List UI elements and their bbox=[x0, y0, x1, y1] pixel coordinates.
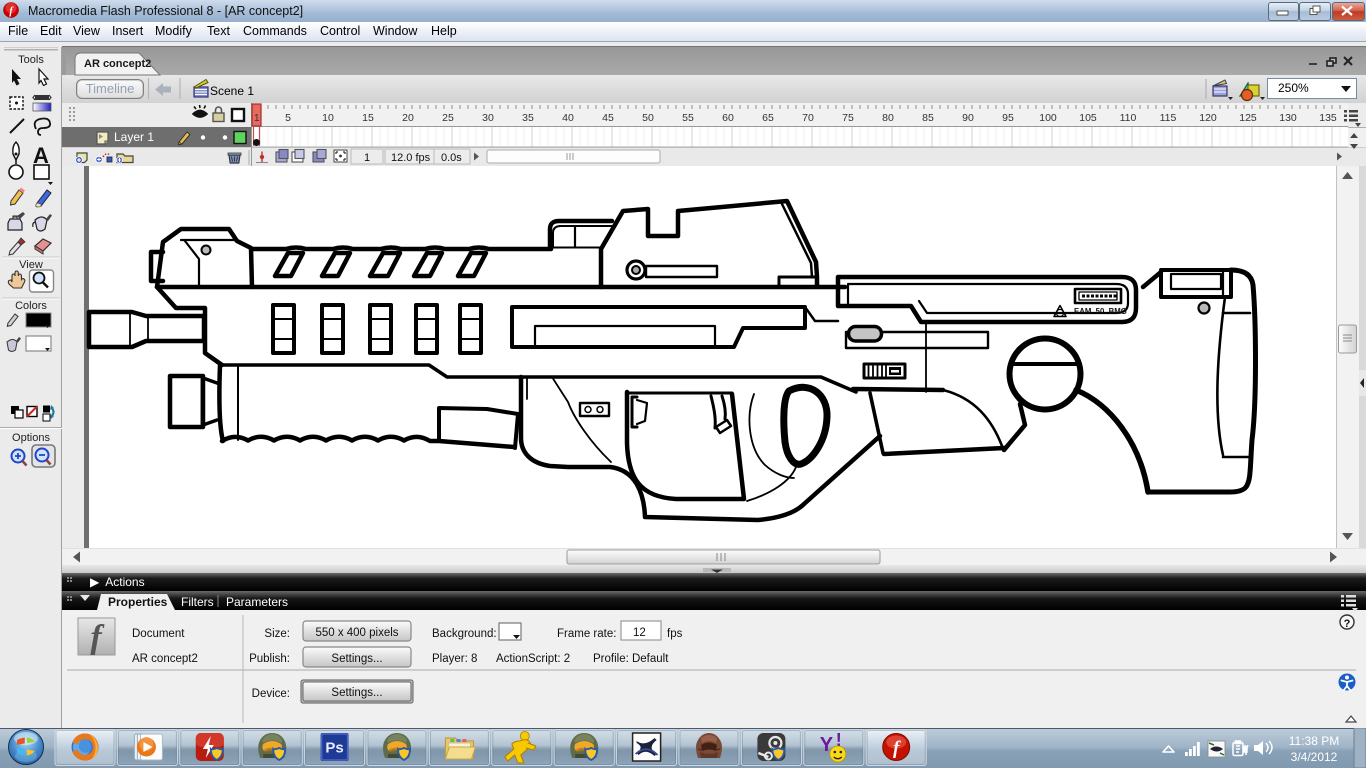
svg-text:550 x 400 pixels: 550 x 400 pixels bbox=[315, 627, 398, 639]
svg-text:?: ? bbox=[1344, 618, 1351, 630]
svg-text:Parameters: Parameters bbox=[226, 595, 288, 609]
svg-text:Device:: Device: bbox=[252, 688, 290, 700]
svg-text:fps: fps bbox=[667, 628, 683, 640]
svg-text:ActionScript: 2: ActionScript: 2 bbox=[496, 653, 570, 665]
svg-text:12: 12 bbox=[633, 627, 646, 639]
svg-text:Ps: Ps bbox=[325, 740, 343, 757]
svg-text:Settings...: Settings... bbox=[331, 653, 382, 665]
svg-text:Document: Document bbox=[132, 628, 185, 640]
svg-text:Settings...: Settings... bbox=[331, 687, 382, 699]
svg-text:EAM 50. BMG: EAM 50. BMG bbox=[1074, 307, 1127, 316]
svg-text:Player: 8: Player: 8 bbox=[432, 653, 477, 665]
svg-text:Size:: Size: bbox=[264, 628, 290, 640]
svg-text:Frame rate:: Frame rate: bbox=[557, 628, 616, 640]
svg-text:3/4/2012: 3/4/2012 bbox=[1291, 750, 1338, 764]
svg-text:Publish:: Publish: bbox=[249, 653, 290, 665]
svg-text:Profile: Default: Profile: Default bbox=[593, 653, 669, 665]
svg-text:11:38 PM: 11:38 PM bbox=[1289, 734, 1339, 748]
svg-text:Filters: Filters bbox=[181, 595, 214, 609]
svg-text:Properties: Properties bbox=[108, 595, 168, 609]
svg-text:AR concept2: AR concept2 bbox=[132, 653, 198, 665]
svg-text:Background:: Background: bbox=[432, 628, 497, 640]
